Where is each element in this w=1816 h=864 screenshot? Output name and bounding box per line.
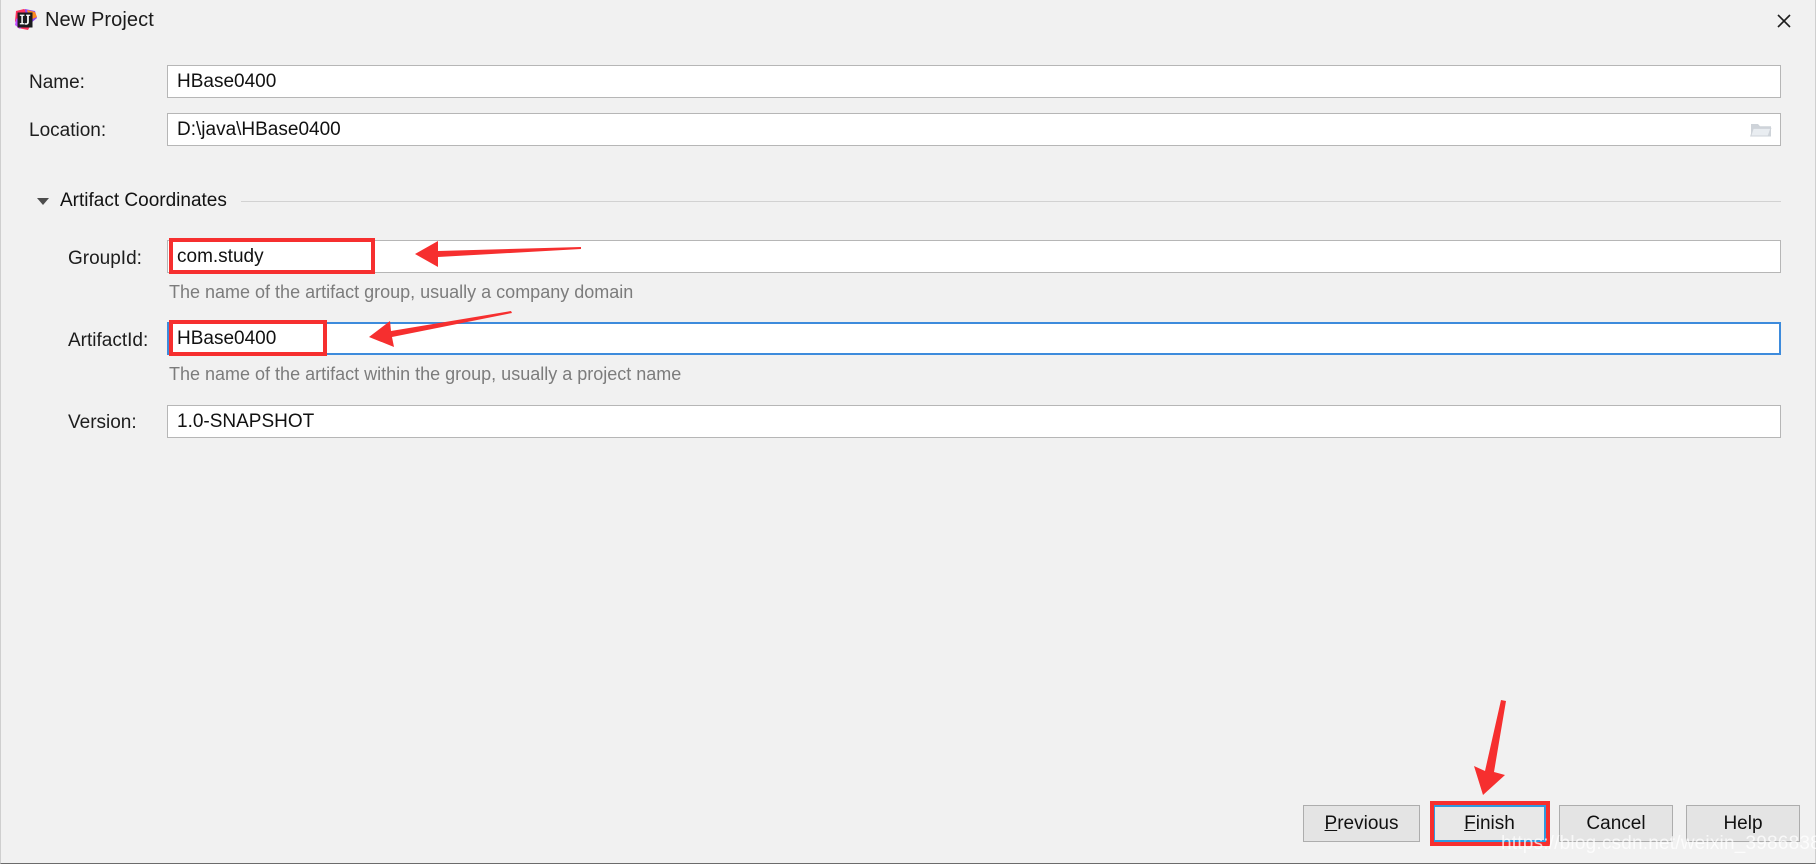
artifactid-input[interactable]: HBase0400 [167, 322, 1781, 355]
close-icon [1777, 14, 1791, 28]
name-label: Name: [29, 72, 85, 93]
groupid-label: GroupId: [68, 248, 142, 269]
groupid-hint: The name of the artifact group, usually … [169, 282, 634, 302]
watermark: https://blog.csdn.net/weixin_39868387 [1501, 833, 1816, 854]
location-input[interactable]: D:\java\HBase0400 [167, 113, 1781, 146]
previous-button-label: Previous [1324, 812, 1399, 834]
location-label: Location: [29, 120, 107, 141]
section-divider [240, 200, 1781, 202]
folder-icon[interactable] [1750, 121, 1772, 139]
artifactid-hint: The name of the artifact within the grou… [169, 364, 682, 384]
finish-button-label: Finish [1464, 812, 1515, 834]
previous-button[interactable]: Previous [1303, 805, 1420, 842]
artifact-coordinates-section-header[interactable]: Artifact Coordinates [37, 190, 1781, 212]
close-button[interactable] [1753, 0, 1815, 42]
intellij-idea-icon [13, 7, 39, 33]
groupid-input[interactable]: com.study [167, 240, 1781, 273]
window-title: New Project [45, 9, 154, 31]
version-label: Version: [68, 412, 137, 433]
section-title: Artifact Coordinates [60, 190, 227, 211]
artifactid-label: ArtifactId: [68, 330, 149, 351]
location-input-value: D:\java\HBase0400 [177, 118, 341, 140]
chevron-down-icon[interactable] [37, 197, 49, 205]
new-project-dialog: New Project Name: HBase0400 Location: D:… [0, 0, 1816, 864]
title-bar: New Project [1, 0, 1815, 42]
name-input[interactable]: HBase0400 [167, 65, 1781, 98]
version-input[interactable]: 1.0-SNAPSHOT [167, 405, 1781, 438]
